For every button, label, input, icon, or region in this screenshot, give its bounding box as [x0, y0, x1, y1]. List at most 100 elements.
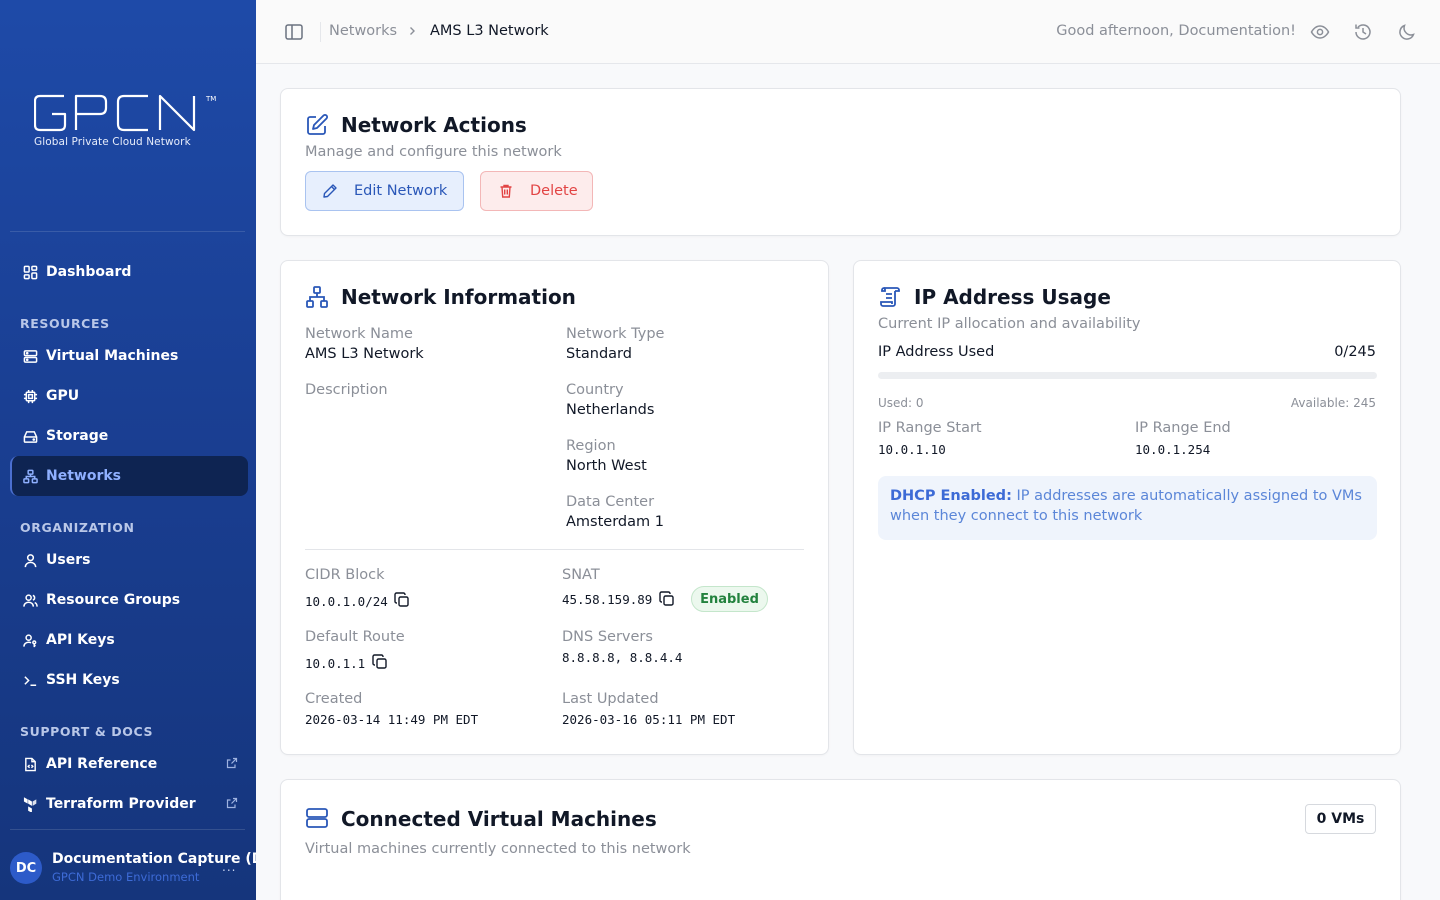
default-route-label: Default Route — [305, 629, 405, 645]
breadcrumb-current: AMS L3 Network — [430, 23, 549, 39]
sidebar-item-label: GPU — [46, 388, 80, 404]
network-name-value: AMS L3 Network — [305, 346, 424, 362]
users-icon — [22, 592, 38, 608]
eye-icon[interactable] — [1310, 22, 1330, 42]
dns-label: DNS Servers — [562, 629, 653, 645]
ip-available-count: Available: 245 — [1290, 396, 1376, 410]
user-icon — [22, 552, 38, 568]
sidebar-item-label: Networks — [46, 468, 122, 484]
card-title: Network Actions — [341, 113, 527, 137]
server-icon — [22, 348, 38, 364]
sidebar-item-label: API Reference — [46, 756, 158, 772]
greeting-text: Good afternoon, Documentation! — [1056, 23, 1296, 39]
created-label: Created — [305, 691, 363, 707]
sidebar-item-label: Storage — [46, 428, 109, 444]
network-type-value: Standard — [566, 346, 632, 362]
ip-usage-card: IP Address Usage Current IP allocation a… — [853, 260, 1401, 755]
ip-used-ratio: 0/245 — [1334, 344, 1376, 360]
description-label: Description — [305, 382, 388, 398]
more-icon[interactable]: ... — [222, 860, 236, 874]
section-divider — [305, 549, 804, 550]
card-subtitle: Virtual machines currently connected to … — [305, 841, 691, 857]
sidebar-toggle-icon[interactable] — [284, 22, 304, 42]
sidebar-item-api-reference[interactable]: API Reference — [10, 744, 248, 784]
sidebar-item-networks[interactable]: Networks — [10, 456, 248, 496]
sidebar-item-users[interactable]: Users — [10, 540, 248, 580]
sidebar-item-label: Dashboard — [46, 264, 132, 280]
network-information-card: Network Information Network Name AMS L3 … — [280, 260, 829, 755]
updated-value: 2026-03-16 05:11 PM EDT — [562, 712, 736, 727]
copy-icon[interactable] — [659, 591, 675, 607]
network-name-label: Network Name — [305, 326, 413, 342]
cidr-value: 10.0.1.0/24 — [305, 594, 388, 609]
edit-network-button[interactable]: Edit Network — [305, 171, 464, 211]
sidebar-divider — [10, 231, 245, 232]
cidr-label: CIDR Block — [305, 567, 385, 583]
network-icon — [306, 286, 328, 308]
history-icon[interactable] — [1353, 22, 1373, 42]
snat-value: 45.58.159.89 — [562, 592, 653, 607]
file-code-icon — [22, 756, 38, 772]
card-title: Network Information — [341, 285, 576, 309]
ip-range-end-label: IP Range End — [1135, 420, 1231, 436]
sidebar-item-terraform-provider[interactable]: Terraform Provider — [10, 784, 248, 824]
section-label-resources: RESOURCES — [20, 316, 110, 331]
dns-value: 8.8.8.8, 8.8.4.4 — [562, 650, 683, 665]
created-value: 2026-03-14 11:49 PM EDT — [305, 712, 479, 727]
sidebar-item-label: Resource Groups — [46, 592, 181, 608]
sidebar-item-storage[interactable]: Storage — [10, 416, 248, 456]
avatar[interactable]: DC — [10, 852, 42, 884]
sidebar-item-api-keys[interactable]: API Keys — [10, 620, 248, 660]
sidebar-divider — [10, 829, 245, 830]
ip-range-end-value: 10.0.1.254 — [1135, 442, 1211, 457]
sidebar-item-label: Users — [46, 552, 91, 568]
card-subtitle: Current IP allocation and availability — [878, 316, 1141, 332]
copy-icon[interactable] — [394, 592, 410, 608]
delete-button[interactable]: Delete — [480, 171, 593, 211]
sidebar-item-dashboard[interactable]: Dashboard — [10, 252, 248, 292]
scroll-icon — [880, 287, 900, 307]
terminal-icon — [22, 672, 38, 688]
sidebar-item-resource-groups[interactable]: Resource Groups — [10, 580, 248, 620]
card-title: Connected Virtual Machines — [341, 807, 657, 831]
network-type-label: Network Type — [566, 326, 665, 342]
server-icon — [306, 808, 328, 828]
breadcrumb-networks[interactable]: Networks — [329, 23, 397, 39]
snat-label: SNAT — [562, 567, 600, 583]
sidebar-item-label: SSH Keys — [46, 672, 120, 688]
ip-used-label: IP Address Used — [878, 344, 995, 360]
ip-used-count: Used: 0 — [878, 396, 924, 410]
dashboard-icon — [22, 264, 38, 280]
ip-range-start-label: IP Range Start — [878, 420, 982, 436]
topbar-separator — [320, 22, 321, 42]
moon-icon[interactable] — [1397, 22, 1417, 42]
sidebar-item-label: Terraform Provider — [46, 796, 196, 812]
section-label-organization: ORGANIZATION — [20, 520, 135, 535]
external-link-icon — [226, 757, 238, 769]
chevron-right-icon — [410, 27, 415, 35]
chip-icon — [22, 388, 38, 404]
trash-icon — [500, 184, 512, 198]
region-label: Region — [566, 438, 616, 454]
country-value: Netherlands — [566, 402, 655, 418]
edit-square-icon — [307, 114, 328, 135]
region-value: North West — [566, 458, 647, 474]
country-label: Country — [566, 382, 624, 398]
sidebar-item-ssh-keys[interactable]: SSH Keys — [10, 660, 248, 700]
card-subtitle: Manage and configure this network — [305, 144, 562, 160]
sidebar-item-virtual-machines[interactable]: Virtual Machines — [10, 336, 248, 376]
vm-count-badge: 0 VMs — [1305, 804, 1376, 834]
sidebar-item-gpu[interactable]: GPU — [10, 376, 248, 416]
network-icon — [22, 468, 38, 484]
ip-usage-progress — [878, 372, 1377, 379]
default-route-value: 10.0.1.1 — [305, 656, 366, 671]
user-key-icon — [22, 632, 38, 648]
section-label-support: SUPPORT & DOCS — [20, 724, 154, 739]
sidebar-item-label: API Keys — [46, 632, 115, 648]
terraform-icon — [22, 796, 38, 812]
dhcp-label: DHCP Enabled: — [890, 488, 1012, 504]
data-center-label: Data Center — [566, 494, 655, 510]
copy-icon[interactable] — [372, 654, 388, 670]
updated-label: Last Updated — [562, 691, 659, 707]
connected-vms-card: Connected Virtual Machines Virtual machi… — [280, 779, 1401, 900]
